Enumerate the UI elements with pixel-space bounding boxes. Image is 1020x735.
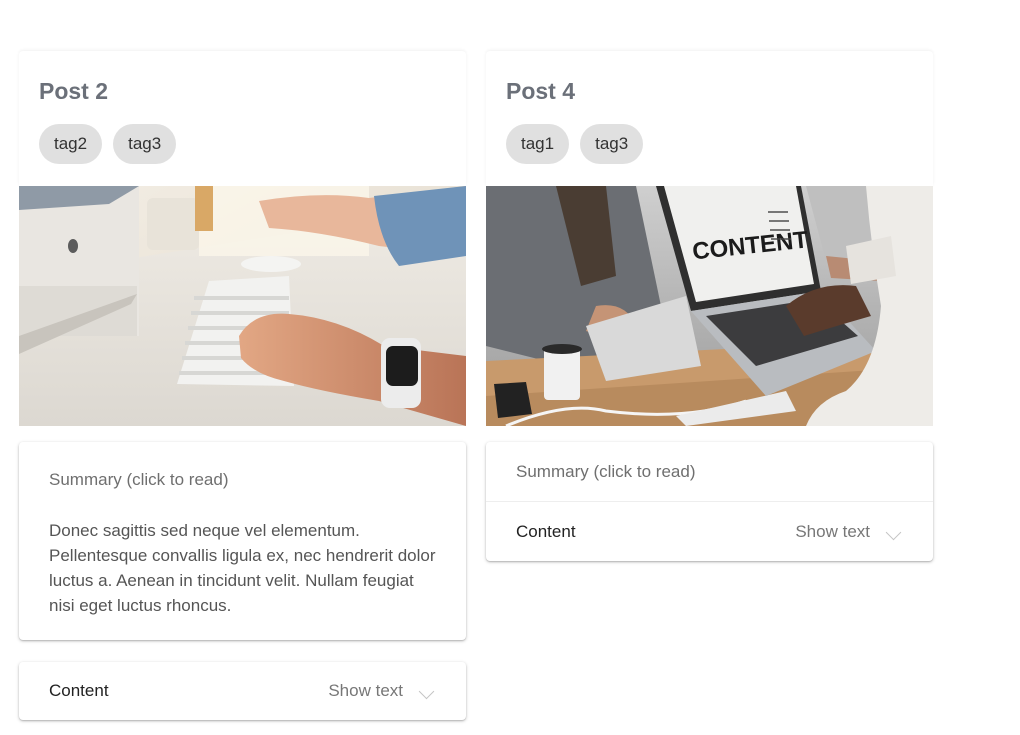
chevron-down-icon[interactable]: [885, 524, 902, 540]
show-text-label: Show text: [328, 681, 403, 700]
content-expander[interactable]: Content Show text: [19, 662, 466, 720]
post-title: Post 4: [506, 78, 576, 104]
show-text-toggle[interactable]: Show text: [795, 522, 903, 542]
content-label: Content: [516, 522, 576, 541]
post-header: Post 2 tag2 tag3: [19, 51, 466, 186]
tag-list: tag1 tag3: [506, 124, 913, 164]
summary-panel[interactable]: Summary (click to read) Donec sagittis s…: [19, 442, 466, 640]
posts-board: Post 2 tag2 tag3 Summary (click to read)…: [0, 0, 1020, 735]
tag-chip[interactable]: tag3: [580, 124, 644, 164]
content-label: Content: [49, 681, 109, 700]
tag-list: tag2 tag3: [39, 124, 446, 164]
post-image: [19, 186, 466, 426]
summary-panel[interactable]: Summary (click to read): [486, 442, 933, 502]
summary-body: Donec sagittis sed neque vel elementum. …: [49, 521, 436, 615]
chevron-down-icon[interactable]: [418, 683, 435, 699]
accordion: Summary (click to read) Content Show tex…: [486, 442, 933, 561]
show-text-toggle[interactable]: Show text: [328, 681, 436, 701]
tag-chip[interactable]: tag1: [506, 124, 570, 164]
post-card: Post 4 tag1 tag3 CONTENT Summary (click …: [486, 51, 933, 561]
post-card: Post 2 tag2 tag3 Summary (click to read)…: [19, 51, 466, 720]
post-image: CONTENT: [486, 186, 933, 426]
show-text-label: Show text: [795, 522, 870, 541]
content-expander[interactable]: Content Show text: [486, 502, 933, 562]
tag-chip[interactable]: tag2: [39, 124, 103, 164]
post-title: Post 2: [39, 78, 109, 104]
post-header: Post 4 tag1 tag3: [486, 51, 933, 186]
summary-title: Summary (click to read): [49, 470, 229, 489]
tag-chip[interactable]: tag3: [113, 124, 177, 164]
summary-title: Summary (click to read): [516, 461, 696, 481]
